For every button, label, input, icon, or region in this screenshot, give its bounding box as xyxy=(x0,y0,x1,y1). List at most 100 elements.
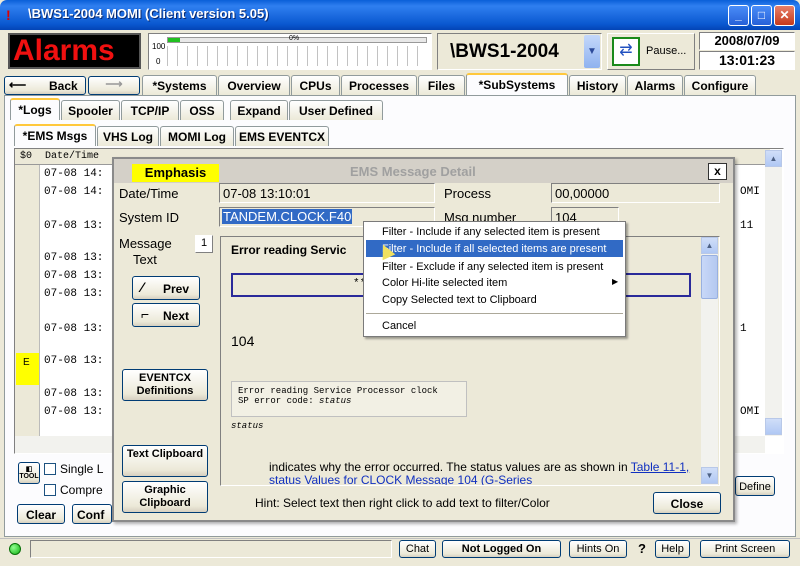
compress-checkbox[interactable] xyxy=(44,484,56,496)
forward-arrow-icon: ⟶ xyxy=(105,77,123,91)
clear-button[interactable]: Clear xyxy=(17,504,65,524)
dialog-close-button[interactable]: Close xyxy=(653,492,721,514)
tool-button[interactable]: ◧ TOOL xyxy=(18,462,40,484)
menu-copy-clipboard[interactable]: Copy Selected text to Clipboard xyxy=(382,294,537,306)
tab-history[interactable]: History xyxy=(569,75,626,95)
tab-cpus[interactable]: CPUs xyxy=(291,75,340,95)
minimize-button[interactable]: _ xyxy=(728,5,749,26)
tab-subsystems[interactable]: *SubSystems xyxy=(466,73,568,95)
body-scroll-thumb[interactable] xyxy=(701,255,718,299)
body-scroll-down-icon[interactable]: ▼ xyxy=(701,467,718,484)
back-button[interactable]: ⟵ Back xyxy=(4,76,86,95)
print-screen-button[interactable]: Print Screen xyxy=(700,540,790,558)
text-clipboard-button[interactable]: Text Clipboard xyxy=(122,445,208,477)
logtab-ems-eventcx[interactable]: EMS EVENTCX xyxy=(235,126,329,146)
menu-color-hilite[interactable]: Color Hi-lite selected item xyxy=(382,277,507,289)
window-title: \BWS1-2004 MOMI (Client version 5.05) xyxy=(28,6,269,21)
tab-configure[interactable]: Configure xyxy=(684,75,756,95)
menu-filter-include-all[interactable]: Filter - Include if all selected items a… xyxy=(382,243,606,255)
text-label: Text xyxy=(133,252,157,267)
help-button[interactable]: Help xyxy=(655,540,690,558)
connection-led-icon xyxy=(9,543,21,555)
single-line-label: Single L xyxy=(60,462,104,476)
subtab-tcpip[interactable]: TCP/IP xyxy=(121,100,179,120)
alarms-label: Alarms xyxy=(13,34,115,67)
pause-label: Pause... xyxy=(646,45,687,57)
logtab-ems-msgs[interactable]: *EMS Msgs xyxy=(14,124,96,146)
system-name: \BWS1-2004 xyxy=(450,41,559,62)
grid-flag-column xyxy=(15,165,40,453)
grid-fragment: 1 xyxy=(740,323,747,335)
subtab-user-defined[interactable]: User Defined xyxy=(289,100,383,120)
compress-label: Compre xyxy=(60,483,103,497)
scroll-thumb[interactable] xyxy=(765,418,782,435)
ems-detail-dialog: Emphasis EMS Message Detail x Date/Time … xyxy=(112,157,735,522)
status-message-field xyxy=(30,540,392,558)
subtab-spooler[interactable]: Spooler xyxy=(61,100,120,120)
single-line-checkbox[interactable] xyxy=(44,463,56,475)
tab-overview[interactable]: Overview xyxy=(218,75,290,95)
chat-button[interactable]: Chat xyxy=(399,540,436,558)
system-dropdown-button[interactable]: ▼ xyxy=(584,35,600,68)
menu-cancel[interactable]: Cancel xyxy=(382,320,416,332)
gauge-tick-100: 100 xyxy=(152,42,166,51)
prev-button[interactable]: ⁄ Prev xyxy=(132,276,200,300)
status-italic: status xyxy=(231,421,264,431)
logged-status-button[interactable]: Not Logged On xyxy=(442,540,561,558)
emphasis-badge[interactable]: Emphasis xyxy=(132,164,219,182)
tab-files[interactable]: Files xyxy=(418,75,465,95)
cpu-gauge: 100 0 0% xyxy=(148,33,432,70)
date-time-label: Date/Time xyxy=(119,186,179,201)
body-scroll-up-icon[interactable]: ▲ xyxy=(701,237,718,254)
system-selector[interactable]: \BWS1-2004 ▼ xyxy=(437,33,602,70)
tab-processes[interactable]: Processes xyxy=(341,75,417,95)
process-value: 00,00000 xyxy=(551,183,720,203)
app-icon: ! xyxy=(6,7,11,23)
dialog-close-x-button[interactable]: x xyxy=(708,163,727,180)
grid-fragment: OMI xyxy=(740,186,760,198)
body-scrollbar[interactable]: ▲ ▼ xyxy=(701,237,718,485)
message-index: 1 xyxy=(195,235,213,253)
graphic-clipboard-button[interactable]: Graphic Clipboard xyxy=(122,481,208,513)
dialog-title-bar: Emphasis EMS Message Detail x xyxy=(114,159,733,183)
subtab-logs[interactable]: *Logs xyxy=(10,98,60,120)
forward-button[interactable]: ⟶ xyxy=(88,76,140,95)
gauge-tick-0: 0 xyxy=(156,57,161,66)
tab-systems[interactable]: *Systems xyxy=(142,75,217,95)
help-question-icon[interactable]: ? xyxy=(638,541,646,556)
date-display: 2008/07/09 xyxy=(699,32,795,50)
network-icon: ⇄ xyxy=(612,37,640,66)
eventcx-definitions-button[interactable]: EVENTCX Definitions xyxy=(122,369,208,401)
define-button[interactable]: Define xyxy=(735,476,775,496)
close-window-button[interactable]: ✕ xyxy=(774,5,795,26)
grid-fragment: OMI xyxy=(740,406,760,418)
maximize-button[interactable]: □ xyxy=(751,5,772,26)
dialog-title: EMS Message Detail xyxy=(350,164,476,179)
next-button[interactable]: ⌐ Next xyxy=(132,303,200,327)
grid-flag-e: E xyxy=(16,353,39,385)
back-arrow-icon: ⟵ xyxy=(9,78,27,92)
pause-button[interactable]: ⇄ Pause... xyxy=(607,33,695,70)
menu-filter-include-any[interactable]: Filter - Include if any selected item is… xyxy=(382,226,600,238)
tab-alarms[interactable]: Alarms xyxy=(627,75,683,95)
alarms-banner[interactable]: Alarms xyxy=(8,33,141,69)
logtab-momi-log[interactable]: MOMI Log xyxy=(160,126,234,146)
conf-button[interactable]: Conf xyxy=(72,504,112,524)
logtab-vhs-log[interactable]: VHS Log xyxy=(97,126,159,146)
process-label: Process xyxy=(444,186,491,201)
next-arrow-icon: ⌐ xyxy=(141,306,150,322)
grid-header-datetime: Date/Time xyxy=(45,151,100,162)
grid-scrollbar[interactable]: ▲ xyxy=(765,150,782,436)
subtab-oss[interactable]: OSS xyxy=(180,100,224,120)
grid-fragment: 11 xyxy=(740,220,754,232)
submenu-arrow-icon: ▶ xyxy=(612,277,619,286)
system-id-label: System ID xyxy=(119,210,179,225)
hints-button[interactable]: Hints On xyxy=(569,540,627,558)
menu-filter-exclude-any[interactable]: Filter - Exclude if any selected item is… xyxy=(382,261,603,273)
body-paragraph: indicates why the error occurred. The st… xyxy=(269,460,690,486)
scroll-up-icon[interactable]: ▲ xyxy=(765,150,782,167)
body-number: 104 xyxy=(231,333,255,349)
subtab-expand[interactable]: Expand xyxy=(230,100,288,120)
grid-header-flag: $0 xyxy=(20,151,33,162)
body-heading: Error reading Servic xyxy=(231,243,347,257)
